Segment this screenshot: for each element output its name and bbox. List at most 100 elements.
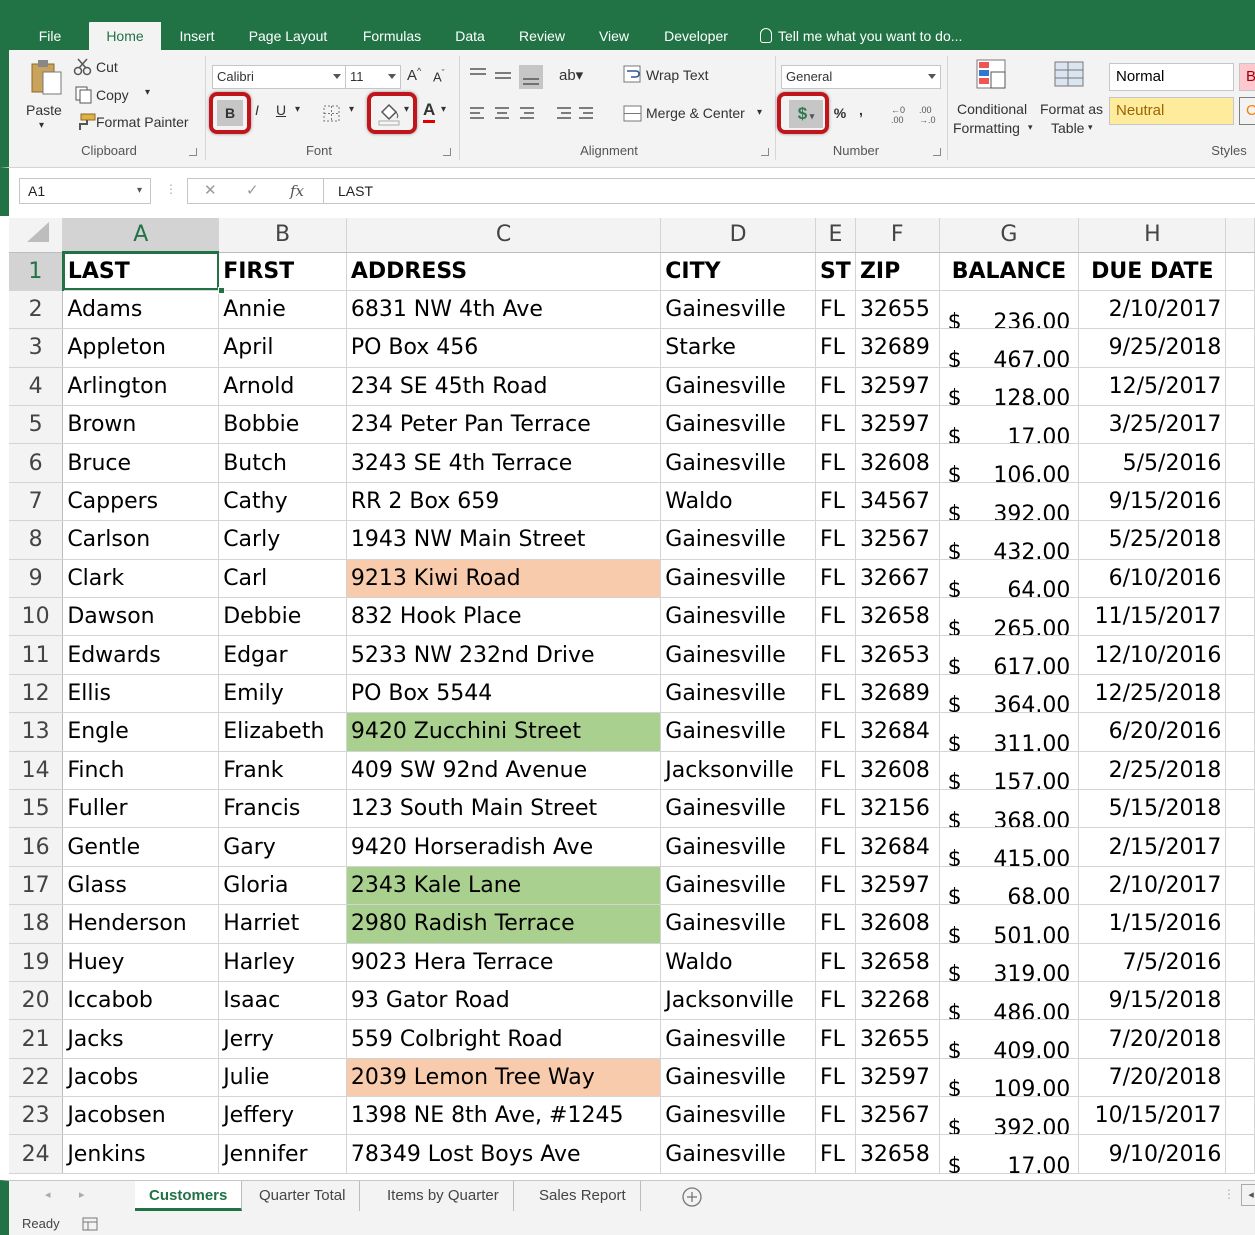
macro-record-icon[interactable] <box>82 1217 98 1231</box>
percent-style-button[interactable]: % <box>831 105 849 121</box>
borders-dropdown-icon[interactable]: ▾ <box>349 104 354 115</box>
font-size-select[interactable]: 11 <box>345 65 401 89</box>
cell-st[interactable]: FL <box>815 866 856 906</box>
cell-empty[interactable] <box>1225 674 1255 714</box>
cell-city[interactable]: Gainesville <box>660 635 816 675</box>
cell-city[interactable]: Gainesville <box>660 443 816 483</box>
cell-first[interactable]: Harriet <box>218 904 347 944</box>
row-header[interactable]: 10 <box>9 597 64 637</box>
cell-address[interactable]: 123 South Main Street <box>346 789 662 829</box>
tab-file[interactable]: File <box>30 22 70 50</box>
cell-balance[interactable]: $128.00 <box>939 367 1080 407</box>
cell-balance[interactable]: $265.00 <box>939 597 1080 637</box>
row-header[interactable]: 13 <box>9 712 64 752</box>
cell-address[interactable]: 5233 NW 232nd Drive <box>346 635 662 675</box>
cell-address[interactable]: 2980 Radish Terrace <box>346 904 662 944</box>
sheet-tab-quarter-total[interactable]: Quarter Total <box>245 1181 361 1211</box>
cell-city[interactable]: Starke <box>660 328 816 368</box>
cell-st[interactable]: FL <box>815 674 856 714</box>
cell-due-date[interactable]: 12/10/2016 <box>1078 635 1227 675</box>
cell-first[interactable]: Carl <box>218 559 347 599</box>
row-header[interactable]: 1 <box>9 252 64 291</box>
cell-zip[interactable]: 32689 <box>855 674 940 714</box>
cell-first[interactable]: Jerry <box>218 1019 347 1059</box>
cell-due-date[interactable]: 2/25/2018 <box>1078 751 1227 790</box>
cell-empty[interactable] <box>1225 1096 1255 1136</box>
cell-first[interactable]: Julie <box>218 1058 347 1098</box>
cell-first[interactable]: Isaac <box>218 981 347 1021</box>
cell-address[interactable]: 2343 Kale Lane <box>346 866 662 906</box>
style-bad[interactable]: Bad <box>1239 63 1255 91</box>
cell-first[interactable]: Emily <box>218 674 347 714</box>
cell-empty[interactable] <box>1225 367 1255 407</box>
cell-empty[interactable] <box>1225 751 1255 790</box>
style-neutral[interactable]: Neutral <box>1109 97 1234 125</box>
row-header[interactable]: 19 <box>9 943 64 982</box>
cell-city[interactable]: Gainesville <box>660 405 816 445</box>
worksheet-grid[interactable]: A B C D E F G H 1 LAST FIRST ADDRESS CIT… <box>9 218 1255 1178</box>
cell-st[interactable]: FL <box>815 712 856 752</box>
cell-address[interactable]: 9023 Hera Terrace <box>346 943 662 982</box>
cell-empty[interactable] <box>1225 405 1255 445</box>
cell-first[interactable]: Bobbie <box>218 405 347 445</box>
cell-city[interactable]: Gainesville <box>660 597 816 637</box>
insert-function-icon[interactable]: fx <box>290 179 304 203</box>
cell-address[interactable]: 9420 Horseradish Ave <box>346 827 662 867</box>
add-sheet-icon[interactable] <box>681 1186 703 1208</box>
cell-header-first[interactable]: FIRST <box>218 252 347 291</box>
cancel-icon[interactable]: ✕ <box>204 179 217 203</box>
cell-due-date[interactable]: 7/20/2018 <box>1078 1019 1227 1059</box>
cell-zip[interactable]: 32667 <box>855 559 940 599</box>
cell-city[interactable]: Gainesville <box>660 1096 816 1136</box>
cell-balance[interactable]: $392.00 <box>939 482 1080 522</box>
scroll-right-icon[interactable]: ▸ <box>79 1188 85 1201</box>
cell-due-date[interactable]: 12/25/2018 <box>1078 674 1227 714</box>
cell-last[interactable]: Henderson <box>62 904 220 944</box>
cell-st[interactable]: FL <box>815 904 856 944</box>
sheet-tab-items-by-quarter[interactable]: Items by Quarter <box>373 1181 514 1211</box>
cell-last[interactable]: Gentle <box>62 827 220 867</box>
tab-developer[interactable]: Developer <box>656 22 736 50</box>
cell-balance[interactable]: $392.00 <box>939 1096 1080 1136</box>
cell-address[interactable]: PO Box 456 <box>346 328 662 368</box>
cell-city[interactable]: Gainesville <box>660 367 816 407</box>
cell-address[interactable]: 832 Hook Place <box>346 597 662 637</box>
decrease-decimal-icon[interactable]: .00 →.0 <box>919 105 936 125</box>
tab-insert[interactable]: Insert <box>172 22 222 50</box>
cell-address[interactable]: 559 Colbright Road <box>346 1019 662 1059</box>
cell-city[interactable]: Waldo <box>660 943 816 982</box>
underline-button[interactable]: U <box>273 102 289 118</box>
cell-zip[interactable]: 32608 <box>855 904 940 944</box>
cell-balance[interactable]: $109.00 <box>939 1058 1080 1098</box>
row-header[interactable]: 22 <box>9 1058 64 1098</box>
cell-city[interactable]: Waldo <box>660 482 816 522</box>
cell-due-date[interactable]: 9/15/2016 <box>1078 482 1227 522</box>
cell-empty[interactable] <box>1225 866 1255 906</box>
conditional-dropdown-icon[interactable]: ▾ <box>1028 122 1033 133</box>
cell-zip[interactable]: 32597 <box>855 367 940 407</box>
cell-city[interactable]: Gainesville <box>660 712 816 752</box>
cell-address[interactable]: 3243 SE 4th Terrace <box>346 443 662 483</box>
cell-st[interactable]: FL <box>815 751 856 790</box>
cell-last[interactable]: Bruce <box>62 443 220 483</box>
cell-empty[interactable] <box>1225 981 1255 1021</box>
format-table-dropdown-icon[interactable]: ▾ <box>1088 122 1093 133</box>
row-header[interactable]: 21 <box>9 1019 64 1059</box>
copy-dropdown-icon[interactable]: ▾ <box>145 87 150 98</box>
tab-data[interactable]: Data <box>448 22 492 50</box>
cell-balance[interactable]: $68.00 <box>939 866 1080 906</box>
cell-empty[interactable] <box>1225 252 1255 291</box>
cell-header-due-date[interactable]: DUE DATE <box>1078 252 1227 291</box>
tell-me-box[interactable]: Tell me what you want to do... <box>760 22 962 50</box>
cell-due-date[interactable]: 9/25/2018 <box>1078 328 1227 368</box>
cell-address[interactable]: 1943 NW Main Street <box>346 520 662 560</box>
cell-st[interactable]: FL <box>815 1096 856 1136</box>
cell-zip[interactable]: 32684 <box>855 712 940 752</box>
cell-balance[interactable]: $432.00 <box>939 520 1080 560</box>
paste-button[interactable]: Paste <box>26 102 62 118</box>
fill-handle[interactable] <box>218 287 225 294</box>
cell-first[interactable]: Cathy <box>218 482 347 522</box>
cell-empty[interactable] <box>1225 1058 1255 1098</box>
cell-last[interactable]: Glass <box>62 866 220 906</box>
font-color-dropdown-icon[interactable]: ▾ <box>441 104 446 115</box>
